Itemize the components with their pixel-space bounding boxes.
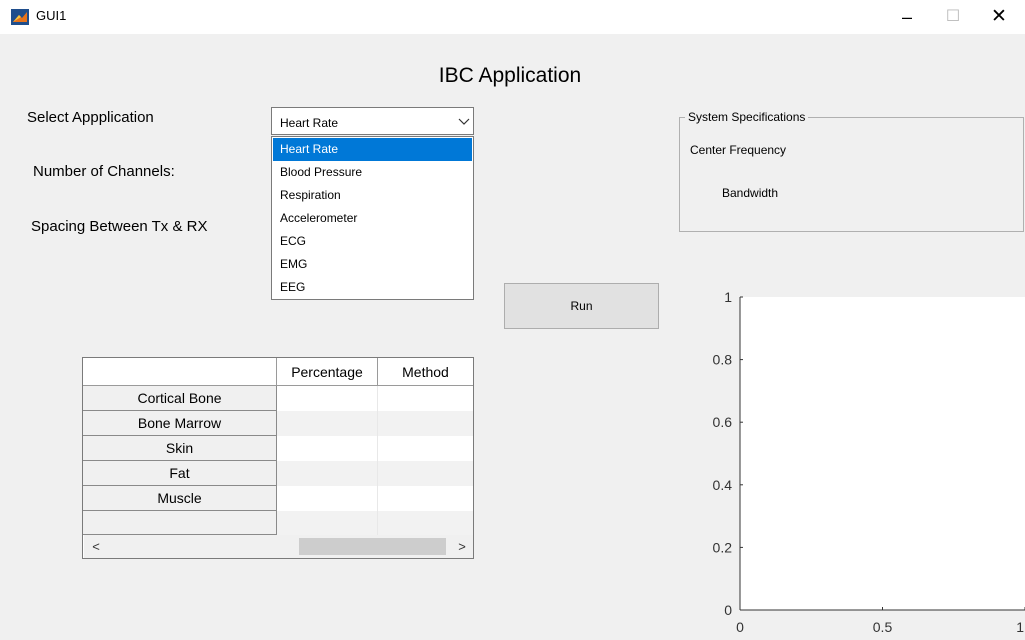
- dropdown-option[interactable]: Heart Rate: [273, 138, 472, 161]
- chevron-down-icon[interactable]: [455, 108, 473, 134]
- table-cell[interactable]: [378, 411, 473, 436]
- dropdown-option[interactable]: EMG: [273, 253, 472, 276]
- table-cell[interactable]: [277, 511, 378, 535]
- column-header-method[interactable]: Method: [378, 358, 473, 386]
- row-header-cortical-bone: Cortical Bone: [83, 386, 277, 411]
- row-header-skin: Skin: [83, 436, 277, 461]
- x-tick-label: 0: [736, 619, 744, 635]
- row-header-muscle: Muscle: [83, 486, 277, 511]
- matlab-app-icon: [11, 9, 29, 25]
- bandwidth-label: Bandwidth: [722, 186, 779, 200]
- dropdown-option[interactable]: EEG: [273, 276, 472, 299]
- title-bar: [0, 0, 1025, 34]
- dropdown-options-list: Heart Rate Blood Pressure Respiration Ac…: [271, 136, 474, 300]
- row-header-fat: Fat: [83, 461, 277, 486]
- tissue-table: Percentage Method Cortical Bone Bone Mar…: [82, 357, 474, 559]
- dropdown-option[interactable]: Blood Pressure: [273, 161, 472, 184]
- table-corner-header: [83, 358, 277, 386]
- axes-plot: 0 0.2 0.4 0.6 0.8 1 0 0.5 1: [713, 289, 1025, 635]
- table-cell[interactable]: [277, 461, 378, 486]
- y-tick-label: 0.8: [713, 352, 733, 368]
- run-button[interactable]: Run: [504, 283, 659, 329]
- y-tick-label: 0.6: [713, 414, 733, 430]
- table-cell[interactable]: [378, 386, 473, 411]
- window-title: GUI1: [36, 8, 67, 23]
- table-cell[interactable]: [277, 486, 378, 511]
- y-tick-label: 0.2: [713, 539, 733, 555]
- table-cell[interactable]: [378, 511, 473, 535]
- horizontal-scrollbar[interactable]: < >: [84, 535, 473, 558]
- maximize-button[interactable]: ☐: [930, 2, 976, 32]
- table-cell[interactable]: [378, 486, 473, 511]
- select-application-label: Select Appplication: [27, 109, 154, 126]
- scroll-left-icon[interactable]: <: [88, 535, 104, 558]
- table-cell[interactable]: [378, 461, 473, 486]
- plot-area: [740, 297, 1025, 610]
- app-title: IBC Application: [438, 64, 582, 87]
- table-cell[interactable]: [277, 436, 378, 461]
- column-header-percentage[interactable]: Percentage: [277, 358, 378, 386]
- scroll-right-icon[interactable]: >: [454, 535, 470, 558]
- scrollbar-thumb[interactable]: [299, 538, 446, 555]
- table-cell[interactable]: [378, 436, 473, 461]
- table-cell[interactable]: [277, 411, 378, 436]
- spacing-label: Spacing Between Tx & RX: [31, 218, 208, 235]
- y-tick-label: 1: [724, 289, 732, 305]
- dropdown-option[interactable]: Accelerometer: [273, 207, 472, 230]
- minimize-button[interactable]: –: [884, 2, 930, 32]
- y-tick-label: 0.4: [713, 477, 733, 493]
- system-specifications-title: System Specifications: [685, 110, 809, 124]
- dropdown-option[interactable]: ECG: [273, 230, 472, 253]
- dropdown-option[interactable]: Respiration: [273, 184, 472, 207]
- system-specifications-panel: [679, 117, 1024, 232]
- table-cell[interactable]: [277, 386, 378, 411]
- row-header-bone-marrow: Bone Marrow: [83, 411, 277, 436]
- close-button[interactable]: ✕: [976, 2, 1022, 32]
- dropdown-selected-value: Heart Rate: [280, 116, 339, 130]
- x-tick-label: 1: [1016, 619, 1024, 635]
- y-tick-label: 0: [724, 602, 732, 618]
- application-dropdown[interactable]: Heart Rate: [271, 107, 474, 135]
- center-frequency-label: Center Frequency: [690, 143, 787, 157]
- x-tick-label: 0.5: [873, 619, 893, 635]
- row-header-empty: [83, 511, 277, 535]
- number-of-channels-label: Number of Channels:: [33, 163, 175, 180]
